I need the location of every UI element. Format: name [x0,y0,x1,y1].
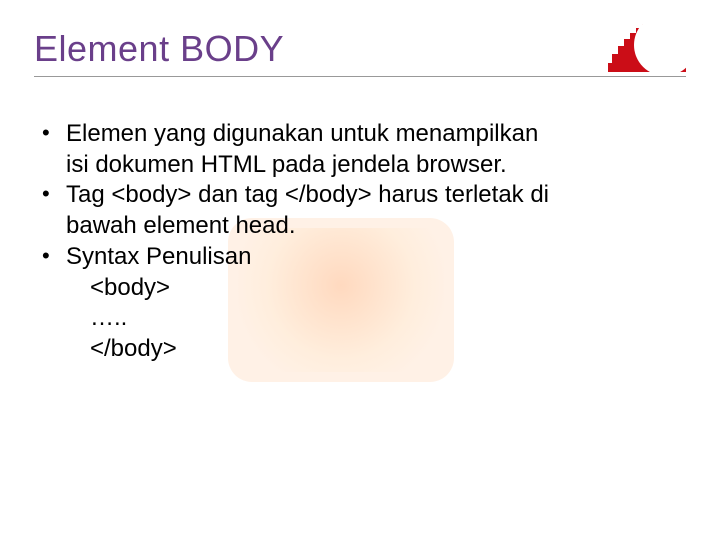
title-underline [34,76,686,77]
bullet-text: Syntax Penulisan [66,243,251,270]
bullet-subtext: ….. [66,303,686,334]
bullet-text: bawah element head. [66,212,296,239]
bullet-list: Elemen yang digunakan untuk menampilkan … [34,119,686,365]
bullet-text: Tag <body> dan tag </body> harus terleta… [66,181,549,208]
list-item: Tag <body> dan tag </body> harus terleta… [42,180,686,241]
list-item: Elemen yang digunakan untuk menampilkan … [42,119,686,180]
slide-title: Element BODY [34,28,686,70]
list-item: Syntax Penulisan <body> ….. </body> [42,242,686,365]
bullet-subtext: <body> [66,273,686,304]
bullet-subtext: </body> [66,334,686,365]
bullet-text: isi dokumen HTML pada jendela browser. [66,151,507,178]
bullet-text: Elemen yang digunakan untuk menampilkan [66,120,538,147]
slide: Element BODY Elemen yang digunakan untuk… [0,0,720,540]
logo-icon [608,20,686,75]
